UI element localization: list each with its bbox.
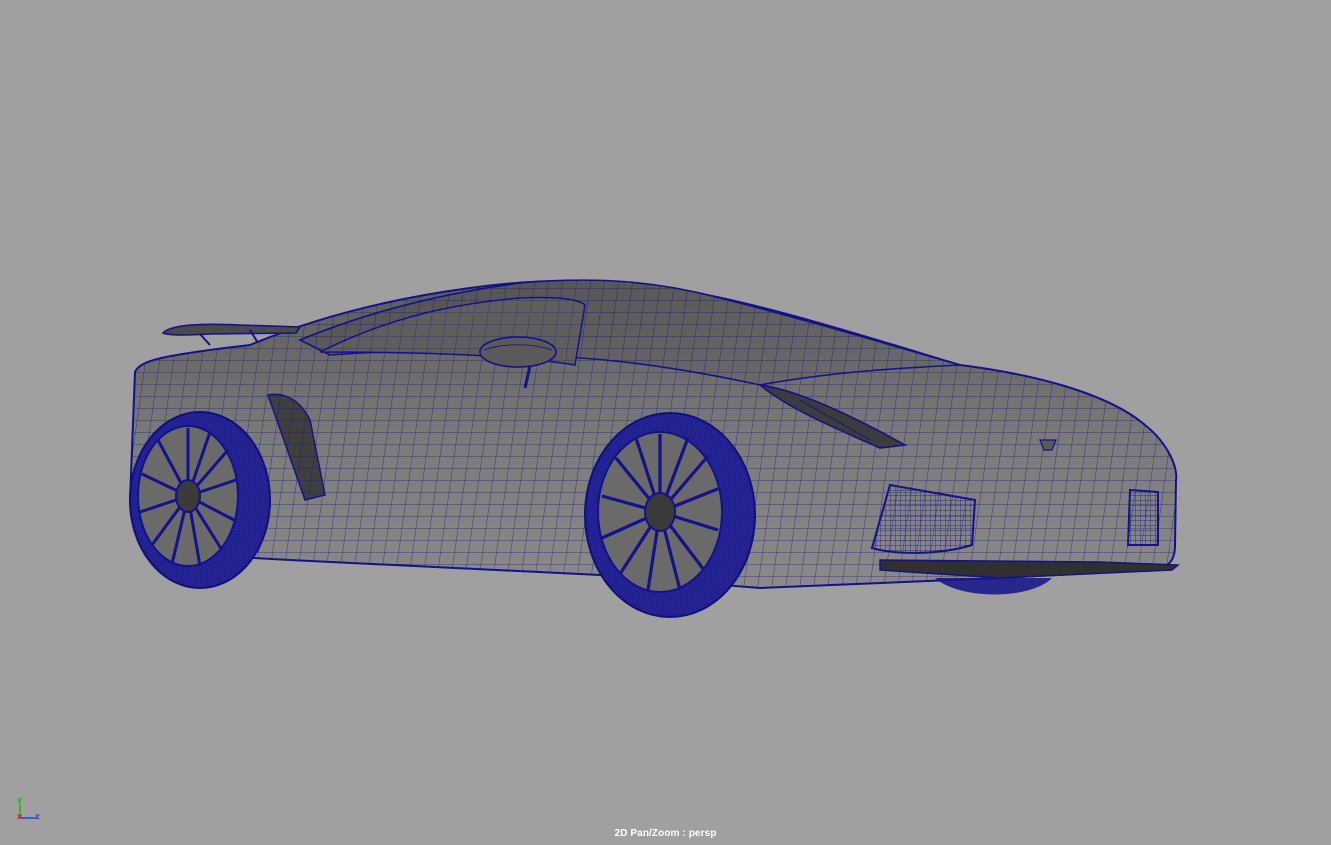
car-wireframe-model[interactable] — [0, 0, 1331, 845]
rear-wheel — [129, 411, 271, 589]
far-front-wheel — [935, 578, 1052, 595]
front-wheel — [584, 412, 756, 618]
axis-gizmo-icon: y x z — [12, 796, 44, 824]
camera-label: 2D Pan/Zoom : persp — [614, 828, 717, 839]
perspective-viewport[interactable]: y x z 2D Pan/Zoom : persp — [0, 0, 1331, 845]
axis-x-label: x — [17, 812, 23, 821]
axis-z-label: z — [35, 812, 40, 821]
axis-y-label: y — [17, 795, 23, 804]
front-grille-right — [1126, 488, 1159, 546]
